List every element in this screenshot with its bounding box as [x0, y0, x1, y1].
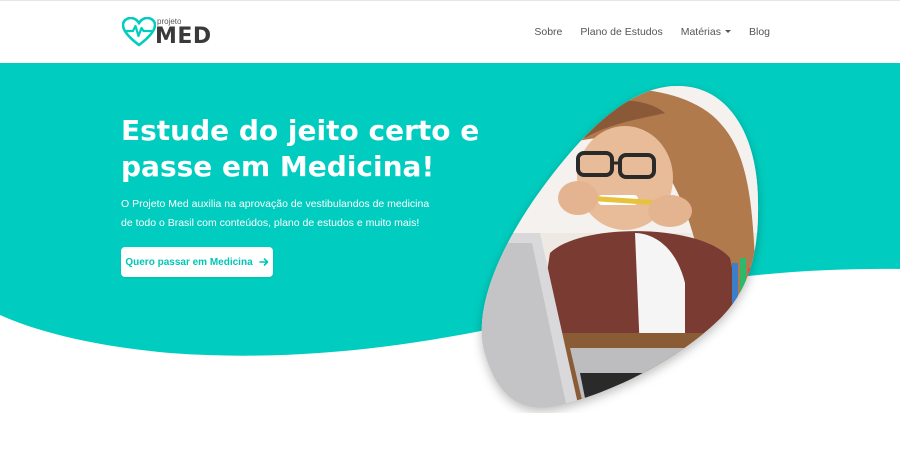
- nav-link-materias[interactable]: Matérias: [681, 26, 731, 38]
- cta-label: Quero passar em Medicina: [125, 256, 253, 268]
- nav-link-plano-de-estudos[interactable]: Plano de Estudos: [580, 26, 662, 38]
- hero-section: Estude do jeito certo e passe em Medicin…: [0, 63, 900, 471]
- nav-link-blog[interactable]: Blog: [749, 26, 770, 38]
- logo[interactable]: projeto MED: [122, 15, 232, 49]
- heart-pulse-icon: [122, 17, 156, 47]
- arrow-right-icon: [258, 258, 268, 266]
- hero-photo: [481, 86, 759, 408]
- hero-description: O Projeto Med auxilia na aprovação de ve…: [121, 198, 430, 229]
- nav-menu: Sobre Plano de Estudos Matérias Blog: [534, 26, 770, 38]
- cta-button[interactable]: Quero passar em Medicina: [121, 247, 273, 277]
- nav-link-sobre[interactable]: Sobre: [534, 26, 562, 38]
- logo-title: MED: [155, 24, 212, 49]
- caret-down-icon: [724, 30, 731, 33]
- navbar: projeto MED Sobre Plano de Estudos Matér…: [0, 0, 900, 63]
- nav-link-materias-label: Matérias: [680, 26, 721, 38]
- hero-title: Estude do jeito certo e passe em Medicin…: [121, 114, 480, 183]
